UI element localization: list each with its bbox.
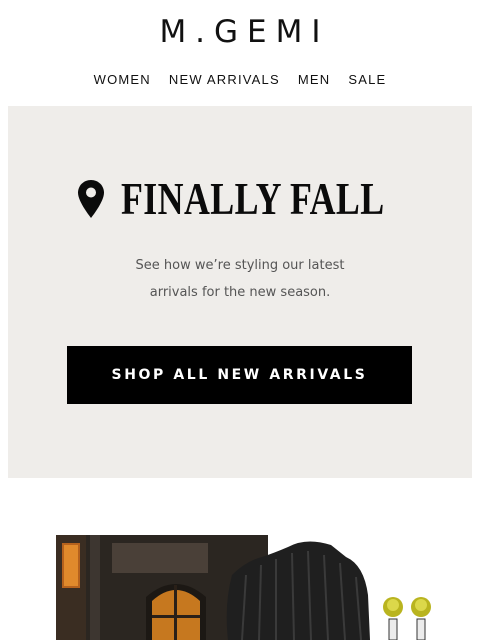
hero-subtext: See how we’re styling our latest arrival…: [8, 252, 472, 306]
nav-item-men[interactable]: MEN: [298, 72, 331, 87]
shop-all-new-arrivals-button[interactable]: SHOP ALL NEW ARRIVALS: [67, 346, 412, 404]
hero-banner: FINALLY FALL See how we’re styling our l…: [8, 106, 472, 478]
nav-item-new-arrivals[interactable]: NEW ARRIVALS: [169, 72, 280, 87]
nav-item-women[interactable]: WOMEN: [94, 72, 151, 87]
main-nav: WOMEN NEW ARRIVALS MEN SALE: [0, 72, 480, 87]
hero-headline: FINALLY FALL: [120, 173, 385, 224]
nav-item-sale[interactable]: SALE: [348, 72, 386, 87]
product-image[interactable]: [56, 535, 436, 640]
location-pin-icon: [77, 179, 104, 218]
hero-headline-row: FINALLY FALL: [8, 172, 472, 225]
hero-subtext-line-1: See how we’re styling our latest: [135, 258, 345, 273]
hero-subtext-line-2: arrivals for the new season.: [149, 285, 331, 300]
brand-logo[interactable]: M.GEMI: [0, 14, 480, 50]
